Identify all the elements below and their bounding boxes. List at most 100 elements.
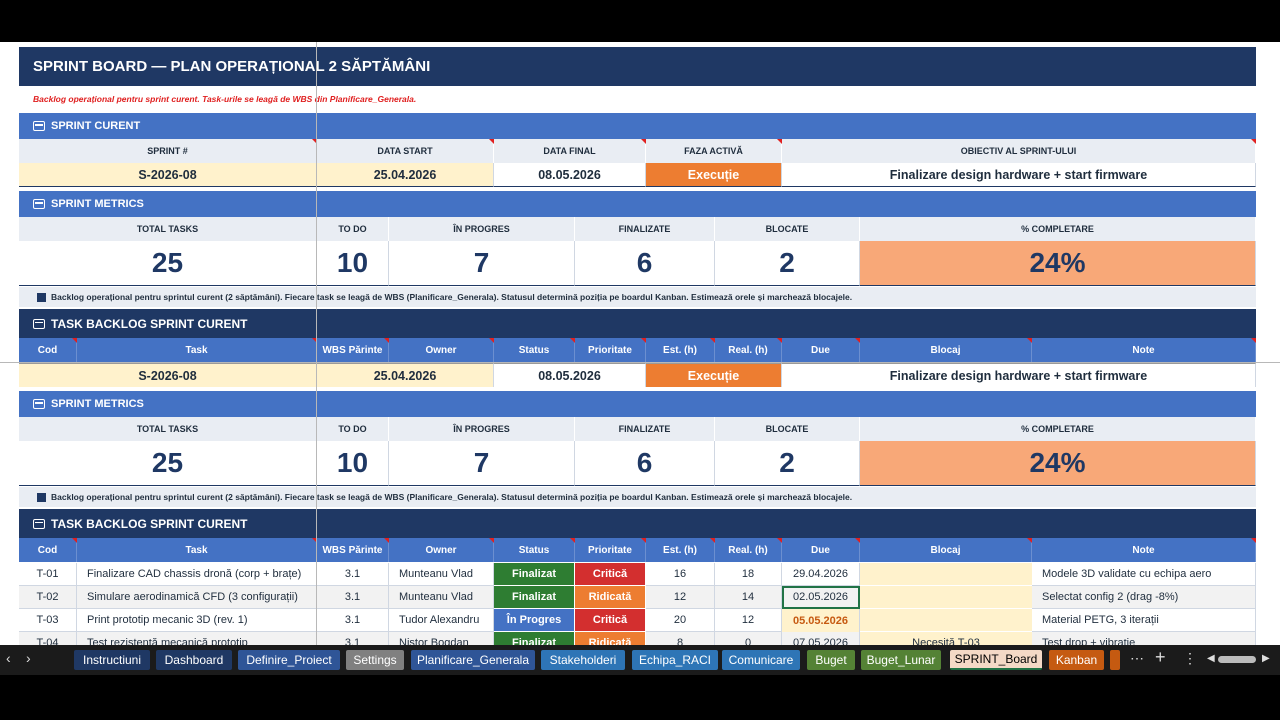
task-cell-0-0[interactable]: T-01 — [19, 563, 77, 586]
sheet-tab-dashboard[interactable]: Dashboard — [156, 650, 232, 670]
column-header-6[interactable]: Est. (h) — [646, 338, 715, 362]
metric-value-5: 24% — [860, 441, 1256, 486]
task-cell-1-9[interactable] — [860, 586, 1032, 609]
task-cell-0-3[interactable]: Munteanu Vlad — [389, 563, 494, 586]
task-cell-0-10[interactable]: Modele 3D validate cu echipa aero — [1032, 563, 1256, 586]
task-cell-0-9[interactable] — [860, 563, 1032, 586]
column-header-4[interactable]: Status — [494, 338, 575, 362]
task-cell-3-0[interactable]: T-04 — [19, 632, 77, 645]
column-header-6[interactable]: Est. (h) — [646, 538, 715, 562]
column-header-0[interactable]: Cod — [19, 338, 77, 362]
column-header-4[interactable]: Status — [494, 538, 575, 562]
horizontal-scrollbar[interactable] — [1218, 656, 1256, 663]
task-cell-3-10[interactable]: Test drop + vibrație — [1032, 632, 1256, 645]
column-header-3[interactable]: Owner — [389, 538, 494, 562]
sprint-value-0[interactable]: S-2026-08 — [19, 163, 317, 187]
sheet-tab-overflow[interactable] — [1110, 650, 1120, 670]
task-cell-1-8[interactable]: 02.05.2026 — [782, 586, 860, 609]
task-cell-1-7[interactable]: 14 — [715, 586, 782, 609]
scroll-right-icon[interactable]: ▶ — [1262, 653, 1270, 664]
task-cell-3-1[interactable]: Test rezistență mecanică prototip — [77, 632, 317, 645]
task-cell-1-2[interactable]: 3.1 — [317, 586, 389, 609]
sheet-tab-instructiuni[interactable]: Instructiuni — [74, 650, 150, 670]
sprint-value-4[interactable]: Finalizare design hardware + start firmw… — [782, 163, 1256, 187]
task-cell-3-7[interactable]: 0 — [715, 632, 782, 645]
task-cell-1-0[interactable]: T-02 — [19, 586, 77, 609]
more-sheets-icon[interactable]: ⋯ — [1130, 650, 1144, 667]
task-cell-2-2[interactable]: 3.1 — [317, 609, 389, 632]
sheet-tab-buget-lunar[interactable]: Buget_Lunar — [861, 650, 941, 670]
column-header-7[interactable]: Real. (h) — [715, 338, 782, 362]
sheet-tab-echipa-raci[interactable]: Echipa_RACI — [632, 650, 718, 670]
sprint-value-dup-1[interactable]: 25.04.2026 — [317, 363, 494, 387]
task-cell-1-1[interactable]: Simulare aerodinamică CFD (3 configurați… — [77, 586, 317, 609]
task-cell-3-6[interactable]: 8 — [646, 632, 715, 645]
column-header-7[interactable]: Real. (h) — [715, 538, 782, 562]
column-header-9[interactable]: Blocaj — [860, 338, 1032, 362]
column-header-8[interactable]: Due — [782, 538, 860, 562]
task-cell-1-3[interactable]: Munteanu Vlad — [389, 586, 494, 609]
column-header-10[interactable]: Note — [1032, 538, 1256, 562]
sprint-value-dup-2[interactable]: 08.05.2026 — [494, 363, 646, 387]
scroll-menu-icon[interactable]: ⋮ — [1183, 650, 1197, 667]
task-cell-2-10[interactable]: Material PETG, 3 iterații — [1032, 609, 1256, 632]
task-cell-3-3[interactable]: Nistor Bogdan — [389, 632, 494, 645]
sheet-tab-planificare-generala[interactable]: Planificare_Generala — [411, 650, 535, 670]
column-header-5[interactable]: Prioritate — [575, 538, 646, 562]
task-cell-0-8[interactable]: 29.04.2026 — [782, 563, 860, 586]
task-cell-1-10[interactable]: Selectat config 2 (drag -8%) — [1032, 586, 1256, 609]
task-cell-1-4[interactable]: Finalizat — [494, 586, 575, 609]
task-cell-3-2[interactable]: 3.1 — [317, 632, 389, 645]
metric-header-0: TOTAL TASKS — [19, 217, 317, 241]
task-cell-2-9[interactable] — [860, 609, 1032, 632]
sheet-tab-comunicare[interactable]: Comunicare — [722, 650, 800, 670]
column-header-0[interactable]: Cod — [19, 538, 77, 562]
column-header-1[interactable]: Task — [77, 538, 317, 562]
sprint-value-2[interactable]: 08.05.2026 — [494, 163, 646, 187]
sprint-value-dup-3[interactable]: Execuție — [646, 363, 782, 387]
task-cell-0-7[interactable]: 18 — [715, 563, 782, 586]
sheet-tab-definire-proiect[interactable]: Definire_Proiect — [238, 650, 340, 670]
column-header-10[interactable]: Note — [1032, 338, 1256, 362]
task-cell-0-6[interactable]: 16 — [646, 563, 715, 586]
task-cell-2-1[interactable]: Print prototip mecanic 3D (rev. 1) — [77, 609, 317, 632]
column-header-2[interactable]: WBS Părinte — [317, 338, 389, 362]
task-cell-2-0[interactable]: T-03 — [19, 609, 77, 632]
task-cell-3-5[interactable]: Ridicată — [575, 632, 646, 645]
column-header-2[interactable]: WBS Părinte — [317, 538, 389, 562]
sprint-value-dup-0[interactable]: S-2026-08 — [19, 363, 317, 387]
task-cell-2-7[interactable]: 12 — [715, 609, 782, 632]
task-cell-2-5[interactable]: Critică — [575, 609, 646, 632]
task-cell-1-6[interactable]: 12 — [646, 586, 715, 609]
task-cell-2-6[interactable]: 20 — [646, 609, 715, 632]
sheet-tab-kanban[interactable]: Kanban — [1049, 650, 1104, 670]
task-cell-3-9[interactable]: Necesită T-03 — [860, 632, 1032, 645]
column-header-9[interactable]: Blocaj — [860, 538, 1032, 562]
column-header-3[interactable]: Owner — [389, 338, 494, 362]
sheet-tab-buget[interactable]: Buget — [807, 650, 855, 670]
task-cell-3-4[interactable]: Finalizat — [494, 632, 575, 645]
column-header-8[interactable]: Due — [782, 338, 860, 362]
task-cell-3-8[interactable]: 07.05.2026 — [782, 632, 860, 645]
task-cell-0-2[interactable]: 3.1 — [317, 563, 389, 586]
task-cell-0-5[interactable]: Critică — [575, 563, 646, 586]
scroll-left-icon[interactable]: ◀ — [1207, 653, 1215, 664]
task-cell-2-3[interactable]: Tudor Alexandru — [389, 609, 494, 632]
sprint-value-dup-4[interactable]: Finalizare design hardware + start firmw… — [782, 363, 1256, 387]
task-cell-2-8[interactable]: 05.05.2026 — [782, 609, 860, 632]
sheet-tab-stakeholderi[interactable]: Stakeholderi — [541, 650, 625, 670]
task-cell-2-4[interactable]: În Progres — [494, 609, 575, 632]
backlog-note: Backlog operațional pentru sprintul cure… — [19, 287, 1256, 307]
task-cell-0-4[interactable]: Finalizat — [494, 563, 575, 586]
sheet-tab-settings[interactable]: Settings — [346, 650, 404, 670]
sprint-value-1[interactable]: 25.04.2026 — [317, 163, 494, 187]
column-header-5[interactable]: Prioritate — [575, 338, 646, 362]
column-header-1[interactable]: Task — [77, 338, 317, 362]
prev-sheet-icon[interactable]: ‹ — [6, 650, 11, 666]
sheet-tab-sprint-board[interactable]: SPRINT_Board — [950, 650, 1042, 670]
add-sheet-icon[interactable]: + — [1155, 647, 1166, 668]
sprint-value-3[interactable]: Execuție — [646, 163, 782, 187]
task-cell-1-5[interactable]: Ridicată — [575, 586, 646, 609]
task-cell-0-1[interactable]: Finalizare CAD chassis dronă (corp + bra… — [77, 563, 317, 586]
next-sheet-icon[interactable]: › — [26, 650, 31, 666]
